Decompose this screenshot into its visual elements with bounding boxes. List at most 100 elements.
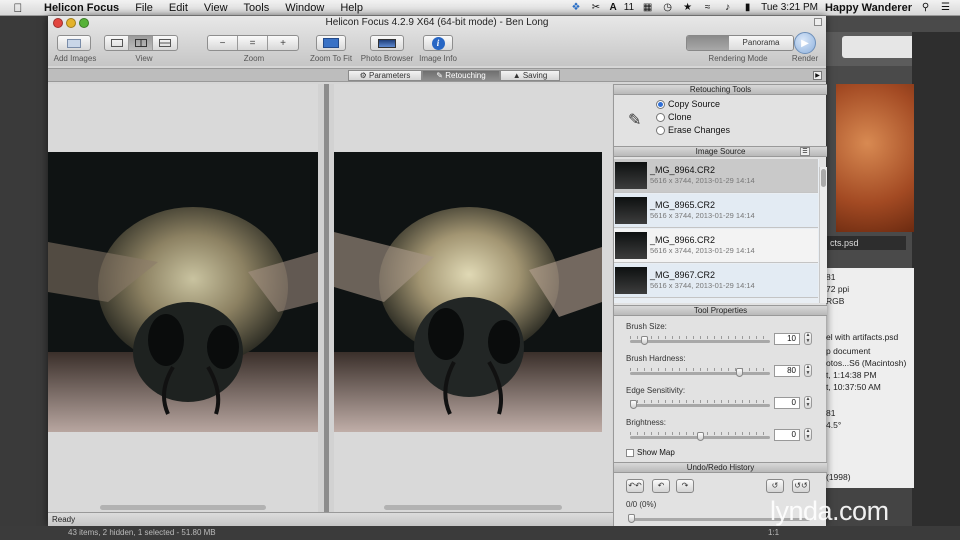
brush-hardness-slider-knob[interactable] (736, 368, 744, 377)
radio-clone[interactable]: Clone (656, 112, 692, 122)
source-photo[interactable] (48, 152, 318, 432)
fullscreen-icon[interactable] (814, 18, 822, 26)
edge-sensitivity-slider[interactable] (630, 404, 770, 407)
background-thumbnail[interactable] (836, 84, 914, 232)
radio-clone-dot[interactable] (656, 112, 665, 122)
meta-line: RGB (826, 296, 845, 306)
edge-sensitivity-slider-knob[interactable] (630, 400, 637, 409)
image-source-scrollbar[interactable] (819, 167, 827, 303)
adobe-icon[interactable]: A (609, 2, 616, 13)
user-name[interactable]: Happy Wanderer (825, 2, 912, 14)
brush-hardness-stepper[interactable]: ▲ ▼ (804, 364, 812, 377)
image-source-scroll-thumb[interactable] (821, 169, 826, 187)
view-single-button[interactable] (105, 36, 129, 50)
rendering-mode-toggle[interactable]: Panorama (686, 35, 794, 51)
zoom-actual-button[interactable]: = (238, 36, 268, 50)
undo-step-icon: ↶ (657, 481, 665, 490)
redo-all-button[interactable]: ↺↺ (792, 479, 810, 493)
undo-button[interactable]: ↷ (676, 479, 694, 493)
rendering-mode-panorama[interactable]: Panorama (729, 36, 793, 50)
menu-view[interactable]: View (196, 0, 236, 15)
battery-icon[interactable]: ▮ (741, 2, 754, 13)
edge-sensitivity-input[interactable]: 0 (774, 397, 800, 409)
brush-size-input[interactable]: 10 (774, 333, 800, 345)
menu-file[interactable]: File (127, 0, 161, 15)
brush-size-slider[interactable] (630, 340, 770, 343)
view-segmented-control[interactable] (104, 35, 178, 51)
radio-erase-changes[interactable]: Erase Changes (656, 125, 730, 135)
spotlight-search-icon[interactable]: ⚲ (919, 2, 932, 13)
meta-line: t, 10:37:50 AM (826, 382, 881, 392)
notification-center-icon[interactable]: ☰ (939, 2, 952, 13)
time-machine-icon[interactable]: ◷ (661, 2, 674, 13)
brightness-slider-knob[interactable] (696, 432, 704, 441)
menu-window[interactable]: Window (277, 0, 332, 15)
zoom-in-button[interactable]: + (268, 36, 298, 50)
zoom-segmented-control[interactable]: − = + (207, 35, 299, 51)
redo-all-icon: ↺↺ (794, 481, 808, 490)
wifi-icon[interactable]: ≈ (701, 2, 714, 13)
tab-saving[interactable]: ▲ Saving (500, 70, 560, 81)
clock[interactable]: Tue 3:21 PM (761, 2, 818, 13)
edge-sensitivity-stepper[interactable]: ▲ ▼ (804, 396, 812, 409)
dropbox-icon[interactable]: ❖ (569, 2, 582, 13)
redo-button[interactable]: ↺ (766, 479, 784, 493)
undo-step-button[interactable]: ↶ (652, 479, 670, 493)
source-list-item[interactable]: _MG_8967.CR2 5616 x 3744, 2013-01-29 14:… (614, 264, 818, 298)
tab-retouching[interactable]: ✎ Retouching (422, 70, 500, 81)
result-hscrollbar[interactable] (384, 505, 562, 510)
radio-copy-source-dot[interactable] (656, 99, 665, 109)
brush-hardness-slider[interactable] (630, 372, 770, 375)
split-view-icon (134, 39, 147, 47)
source-list-item[interactable]: _MG_8965.CR2 5616 x 3744, 2013-01-29 14:… (614, 194, 818, 228)
add-images-button[interactable] (57, 35, 91, 51)
source-image-pane[interactable] (48, 84, 318, 512)
image-source-list[interactable]: _MG_8964.CR2 5616 x 3744, 2013-01-29 14:… (614, 159, 819, 303)
background-zoom-readout: 1:1 (768, 528, 780, 537)
brush-size-stepper[interactable]: ▲ ▼ (804, 332, 812, 345)
brightness-label: Brightness: (626, 418, 667, 427)
view-split-button[interactable] (129, 36, 153, 50)
menu-app-name[interactable]: Helicon Focus (36, 0, 127, 15)
menu-help[interactable]: Help (332, 0, 371, 15)
image-info-button[interactable]: i (423, 35, 453, 51)
brightness-input[interactable]: 0 (774, 429, 800, 441)
show-map-checkbox[interactable]: Show Map (626, 448, 675, 457)
pane-divider-bar[interactable] (324, 84, 329, 512)
collapse-panel-button[interactable]: ▶ (813, 71, 822, 80)
view-horizontal-button[interactable] (153, 36, 177, 50)
photo-browser-button[interactable] (370, 35, 404, 51)
source-list-item[interactable]: _MG_8966.CR2 5616 x 3744, 2013-01-29 14:… (614, 229, 818, 263)
rendering-mode-option-left[interactable] (687, 36, 729, 50)
show-map-checkbox-box[interactable] (626, 448, 634, 457)
brightness-stepper[interactable]: ▲ ▼ (804, 428, 812, 441)
tab-parameters[interactable]: ⚙ Parameters (348, 70, 422, 81)
render-button[interactable]: ▶ (794, 32, 816, 54)
undo-all-button[interactable]: ↶↶ (626, 479, 644, 493)
result-image-pane[interactable] (334, 84, 612, 512)
list-view-icon[interactable]: ☰ (800, 147, 810, 156)
radio-erase-changes-dot[interactable] (656, 125, 665, 135)
brush-hardness-input[interactable]: 80 (774, 365, 800, 377)
zoom-out-button[interactable]: − (208, 36, 238, 50)
zoom-to-fit-button[interactable] (316, 35, 346, 51)
edge-sensitivity-ticks (630, 400, 770, 403)
grid-icon[interactable]: ▦ (641, 2, 654, 13)
volume-icon[interactable]: ♪ (721, 2, 734, 13)
result-photo[interactable] (334, 152, 602, 432)
pane-divider[interactable] (318, 84, 334, 512)
bluetooth-icon[interactable]: ★ (681, 2, 694, 13)
source-file-meta: 5616 x 3744, 2013-01-29 14:14 (650, 281, 755, 290)
background-thumbnail-label: cts.psd (826, 236, 906, 250)
scissors-icon[interactable]: ✂ (589, 2, 602, 13)
source-hscrollbar[interactable] (100, 505, 266, 510)
status-bar: Ready (48, 512, 613, 526)
apple-icon[interactable]:  (0, 1, 36, 15)
menu-tools[interactable]: Tools (236, 0, 278, 15)
radio-copy-source[interactable]: Copy Source (656, 99, 720, 109)
brush-size-slider-knob[interactable] (640, 336, 648, 345)
undo-history-slider-knob[interactable] (628, 514, 635, 523)
radio-copy-source-label: Copy Source (668, 99, 721, 109)
menu-edit[interactable]: Edit (161, 0, 196, 15)
source-list-item[interactable]: _MG_8964.CR2 5616 x 3744, 2013-01-29 14:… (614, 159, 818, 193)
